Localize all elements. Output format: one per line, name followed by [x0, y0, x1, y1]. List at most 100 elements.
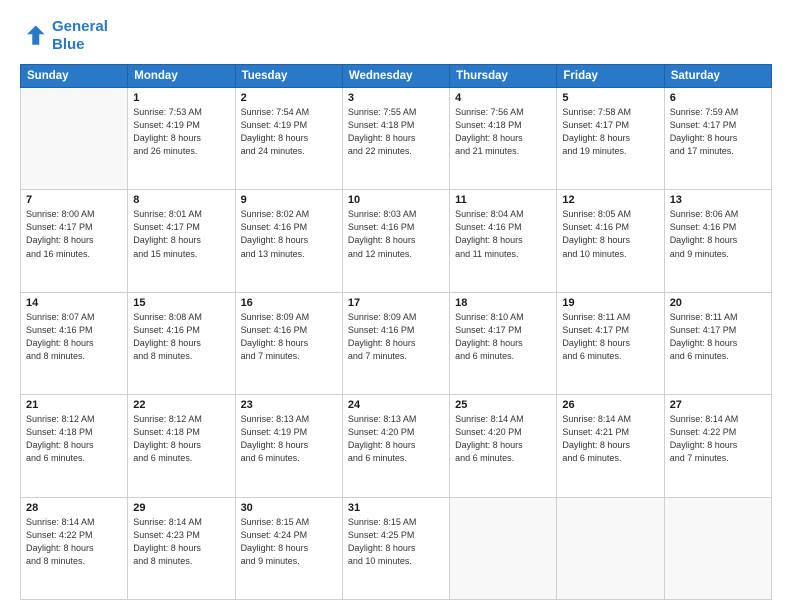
logo-text: General Blue — [52, 18, 108, 54]
calendar-day-cell: 20 Sunrise: 8:11 AM Sunset: 4:17 PM Dayli… — [664, 292, 771, 394]
day-info: Sunrise: 8:14 AM Sunset: 4:20 PM Dayligh… — [455, 413, 551, 465]
day-number: 26 — [562, 399, 658, 411]
day-number: 16 — [241, 297, 337, 309]
weekday-header-saturday: Saturday — [664, 65, 771, 88]
calendar-day-cell: 23 Sunrise: 8:13 AM Sunset: 4:19 PM Dayli… — [235, 395, 342, 497]
day-number: 28 — [26, 502, 122, 514]
day-number: 31 — [348, 502, 444, 514]
day-number: 15 — [133, 297, 229, 309]
weekday-header-thursday: Thursday — [450, 65, 557, 88]
day-info: Sunrise: 8:14 AM Sunset: 4:23 PM Dayligh… — [133, 516, 229, 568]
day-info: Sunrise: 8:09 AM Sunset: 4:16 PM Dayligh… — [241, 311, 337, 363]
day-info: Sunrise: 7:55 AM Sunset: 4:18 PM Dayligh… — [348, 106, 444, 158]
calendar-day-cell: 29Sunrise: 8:14 AM Sunset: 4:23 PM Dayli… — [128, 497, 235, 599]
calendar-day-cell: 8 Sunrise: 8:01 AM Sunset: 4:17 PM Daylig… — [128, 190, 235, 292]
day-number: 23 — [241, 399, 337, 411]
calendar-day-cell: 12Sunrise: 8:05 AM Sunset: 4:16 PM Dayli… — [557, 190, 664, 292]
day-info: Sunrise: 7:54 AM Sunset: 4:19 PM Dayligh… — [241, 106, 337, 158]
weekday-header-monday: Monday — [128, 65, 235, 88]
calendar-day-cell: 25 Sunrise: 8:14 AM Sunset: 4:20 PM Dayli… — [450, 395, 557, 497]
logo: General Blue — [20, 18, 108, 54]
day-info: Sunrise: 8:00 AM Sunset: 4:17 PM Dayligh… — [26, 208, 122, 260]
weekday-header-friday: Friday — [557, 65, 664, 88]
calendar-day-cell: 31 Sunrise: 8:15 AM Sunset: 4:25 PM Dayli… — [342, 497, 449, 599]
calendar-day-cell: 5 Sunrise: 7:58 AM Sunset: 4:17 PM Daylig… — [557, 88, 664, 190]
calendar-day-cell: 2 Sunrise: 7:54 AM Sunset: 4:19 PM Daylig… — [235, 88, 342, 190]
calendar-day-cell: 19 Sunrise: 8:11 AM Sunset: 4:17 PM Dayli… — [557, 292, 664, 394]
logo-icon — [20, 22, 48, 50]
day-info: Sunrise: 8:06 AM Sunset: 4:16 PM Dayligh… — [670, 208, 766, 260]
day-info: Sunrise: 7:59 AM Sunset: 4:17 PM Dayligh… — [670, 106, 766, 158]
calendar-week-row: 1Sunrise: 7:53 AM Sunset: 4:19 PM Daylig… — [21, 88, 772, 190]
day-number: 14 — [26, 297, 122, 309]
calendar-day-cell: 16 Sunrise: 8:09 AM Sunset: 4:16 PM Dayli… — [235, 292, 342, 394]
day-number: 3 — [348, 92, 444, 104]
day-number: 30 — [241, 502, 337, 514]
calendar-day-cell: 27 Sunrise: 8:14 AM Sunset: 4:22 PM Dayli… — [664, 395, 771, 497]
calendar-day-cell: 17 Sunrise: 8:09 AM Sunset: 4:16 PM Dayli… — [342, 292, 449, 394]
page: General Blue SundayMondayTuesdayWednesda… — [0, 0, 792, 612]
day-info: Sunrise: 8:02 AM Sunset: 4:16 PM Dayligh… — [241, 208, 337, 260]
day-number: 9 — [241, 194, 337, 206]
calendar-day-cell: 14 Sunrise: 8:07 AM Sunset: 4:16 PM Dayli… — [21, 292, 128, 394]
calendar-day-cell: 30 Sunrise: 8:15 AM Sunset: 4:24 PM Dayli… — [235, 497, 342, 599]
day-number: 27 — [670, 399, 766, 411]
day-info: Sunrise: 8:07 AM Sunset: 4:16 PM Dayligh… — [26, 311, 122, 363]
day-info: Sunrise: 8:05 AM Sunset: 4:16 PM Dayligh… — [562, 208, 658, 260]
day-info: Sunrise: 8:12 AM Sunset: 4:18 PM Dayligh… — [26, 413, 122, 465]
day-info: Sunrise: 8:14 AM Sunset: 4:21 PM Dayligh… — [562, 413, 658, 465]
day-number: 21 — [26, 399, 122, 411]
calendar-week-row: 21 Sunrise: 8:12 AM Sunset: 4:18 PM Dayli… — [21, 395, 772, 497]
day-number: 13 — [670, 194, 766, 206]
day-info: Sunrise: 8:15 AM Sunset: 4:25 PM Dayligh… — [348, 516, 444, 568]
day-number: 8 — [133, 194, 229, 206]
calendar-day-cell — [21, 88, 128, 190]
day-number: 6 — [670, 92, 766, 104]
day-number: 17 — [348, 297, 444, 309]
day-info: Sunrise: 8:04 AM Sunset: 4:16 PM Dayligh… — [455, 208, 551, 260]
calendar-day-cell: 22 Sunrise: 8:12 AM Sunset: 4:18 PM Dayli… — [128, 395, 235, 497]
weekday-header-tuesday: Tuesday — [235, 65, 342, 88]
calendar-week-row: 7 Sunrise: 8:00 AM Sunset: 4:17 PM Daylig… — [21, 190, 772, 292]
calendar-day-cell — [450, 497, 557, 599]
day-info: Sunrise: 8:12 AM Sunset: 4:18 PM Dayligh… — [133, 413, 229, 465]
day-number: 5 — [562, 92, 658, 104]
day-info: Sunrise: 8:14 AM Sunset: 4:22 PM Dayligh… — [26, 516, 122, 568]
day-number: 25 — [455, 399, 551, 411]
header: General Blue — [20, 18, 772, 54]
calendar-day-cell: 1Sunrise: 7:53 AM Sunset: 4:19 PM Daylig… — [128, 88, 235, 190]
day-number: 22 — [133, 399, 229, 411]
day-number: 20 — [670, 297, 766, 309]
day-info: Sunrise: 8:14 AM Sunset: 4:22 PM Dayligh… — [670, 413, 766, 465]
calendar-day-cell: 7 Sunrise: 8:00 AM Sunset: 4:17 PM Daylig… — [21, 190, 128, 292]
day-number: 18 — [455, 297, 551, 309]
day-number: 7 — [26, 194, 122, 206]
day-info: Sunrise: 7:53 AM Sunset: 4:19 PM Dayligh… — [133, 106, 229, 158]
day-info: Sunrise: 8:15 AM Sunset: 4:24 PM Dayligh… — [241, 516, 337, 568]
weekday-header-wednesday: Wednesday — [342, 65, 449, 88]
calendar-day-cell: 6 Sunrise: 7:59 AM Sunset: 4:17 PM Daylig… — [664, 88, 771, 190]
calendar-day-cell: 11Sunrise: 8:04 AM Sunset: 4:16 PM Dayli… — [450, 190, 557, 292]
calendar-day-cell: 4 Sunrise: 7:56 AM Sunset: 4:18 PM Daylig… — [450, 88, 557, 190]
calendar-day-cell — [664, 497, 771, 599]
calendar-day-cell: 26 Sunrise: 8:14 AM Sunset: 4:21 PM Dayli… — [557, 395, 664, 497]
calendar-day-cell: 3 Sunrise: 7:55 AM Sunset: 4:18 PM Daylig… — [342, 88, 449, 190]
day-info: Sunrise: 8:11 AM Sunset: 4:17 PM Dayligh… — [670, 311, 766, 363]
day-info: Sunrise: 8:13 AM Sunset: 4:19 PM Dayligh… — [241, 413, 337, 465]
day-info: Sunrise: 8:09 AM Sunset: 4:16 PM Dayligh… — [348, 311, 444, 363]
calendar-day-cell: 15Sunrise: 8:08 AM Sunset: 4:16 PM Dayli… — [128, 292, 235, 394]
calendar-day-cell: 21 Sunrise: 8:12 AM Sunset: 4:18 PM Dayli… — [21, 395, 128, 497]
calendar-day-cell: 10Sunrise: 8:03 AM Sunset: 4:16 PM Dayli… — [342, 190, 449, 292]
day-number: 19 — [562, 297, 658, 309]
day-info: Sunrise: 8:11 AM Sunset: 4:17 PM Dayligh… — [562, 311, 658, 363]
day-info: Sunrise: 8:03 AM Sunset: 4:16 PM Dayligh… — [348, 208, 444, 260]
weekday-header-row: SundayMondayTuesdayWednesdayThursdayFrid… — [21, 65, 772, 88]
calendar-day-cell: 28 Sunrise: 8:14 AM Sunset: 4:22 PM Dayli… — [21, 497, 128, 599]
day-info: Sunrise: 8:01 AM Sunset: 4:17 PM Dayligh… — [133, 208, 229, 260]
day-info: Sunrise: 7:56 AM Sunset: 4:18 PM Dayligh… — [455, 106, 551, 158]
day-number: 2 — [241, 92, 337, 104]
day-number: 4 — [455, 92, 551, 104]
day-number: 24 — [348, 399, 444, 411]
day-info: Sunrise: 7:58 AM Sunset: 4:17 PM Dayligh… — [562, 106, 658, 158]
calendar-day-cell: 13 Sunrise: 8:06 AM Sunset: 4:16 PM Dayli… — [664, 190, 771, 292]
